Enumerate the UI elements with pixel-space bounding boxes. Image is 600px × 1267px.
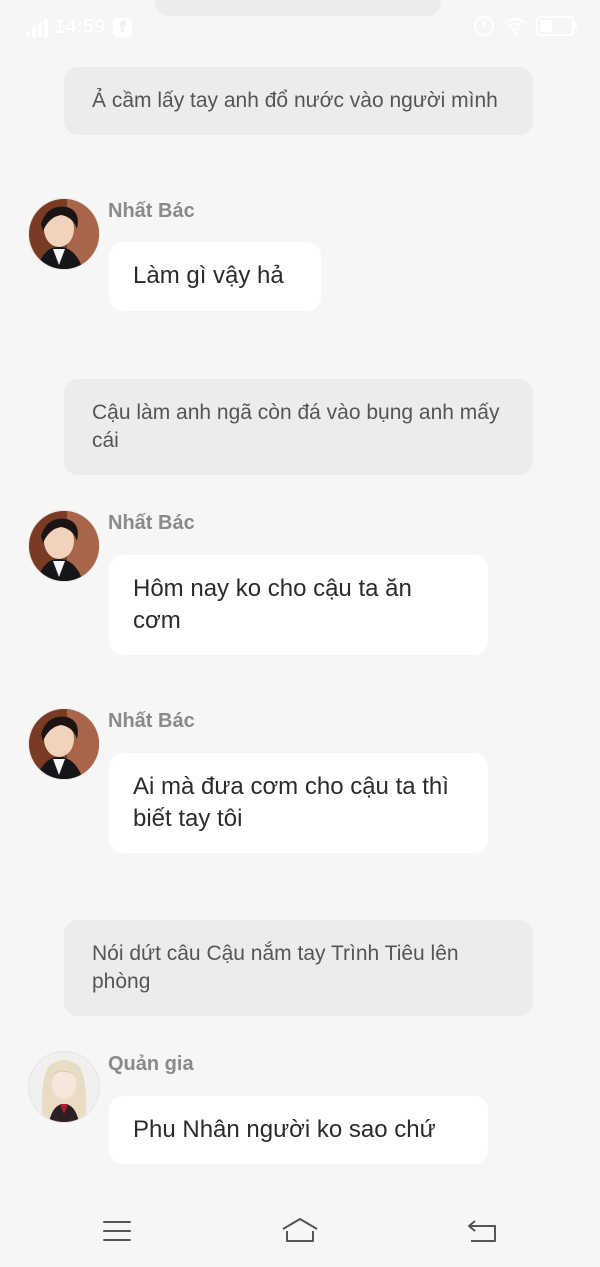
status-bar: 14:59 f [0,0,600,54]
avatar[interactable] [28,510,100,582]
battery-icon [536,16,577,36]
sender-name: Nhất Bác [108,200,195,222]
signal-icon [26,17,48,37]
chat-bubble: Hôm nay ko cho cậu ta ăn cơm [109,555,488,655]
avatar-image-nhat-bac [29,199,99,269]
sender-name: Quản gia [108,1053,194,1075]
status-time: 14:59 [54,15,106,38]
home-icon[interactable] [281,1217,319,1243]
chat-bubble: Ai mà đưa cơm cho cậu ta thì biết tay tô… [109,753,488,853]
avatar[interactable] [28,1051,100,1123]
menu-icon[interactable] [103,1221,131,1241]
sender-name: Nhất Bác [108,512,195,534]
status-left: 14:59 f [26,15,133,39]
chat-text: Ai mà đưa cơm cho cậu ta thì biết tay tô… [133,773,449,832]
chat-text: Phu Nhân người ko sao chứ [133,1116,436,1143]
avatar[interactable] [28,198,100,270]
facebook-icon: f [113,17,133,37]
avatar-image-quan-gia [29,1052,99,1122]
chat-bubble: Làm gì vậy hả [109,242,321,311]
chat-text: Hôm nay ko cho cậu ta ăn cơm [133,575,412,634]
narration-text: Ả cầm lấy tay anh đổ nước vào người mình [92,89,498,112]
status-right [474,16,577,36]
avatar[interactable] [28,708,100,780]
narration-message: Nói dứt câu Cậu nắm tay Trình Tiêu lên p… [64,920,533,1016]
narration-message: Ả cầm lấy tay anh đổ nước vào người mình [64,67,533,135]
wifi-icon [504,17,526,35]
chat-text: Làm gì vậy hả [133,262,284,289]
avatar-image-nhat-bac [29,511,99,581]
navigation-bar [0,1195,600,1267]
sender-name: Nhất Bác [108,710,195,732]
chat-bubble: Phu Nhân người ko sao chứ [109,1096,488,1164]
previous-message-bubble [155,0,441,16]
avatar-image-nhat-bac [29,709,99,779]
narration-text: Nói dứt câu Cậu nắm tay Trình Tiêu lên p… [92,942,459,993]
narration-message: Cậu làm anh ngã còn đá vào bụng anh mấy … [64,379,533,475]
narration-text: Cậu làm anh ngã còn đá vào bụng anh mấy … [92,401,500,452]
alarm-icon [474,16,494,36]
back-icon[interactable] [467,1217,497,1243]
